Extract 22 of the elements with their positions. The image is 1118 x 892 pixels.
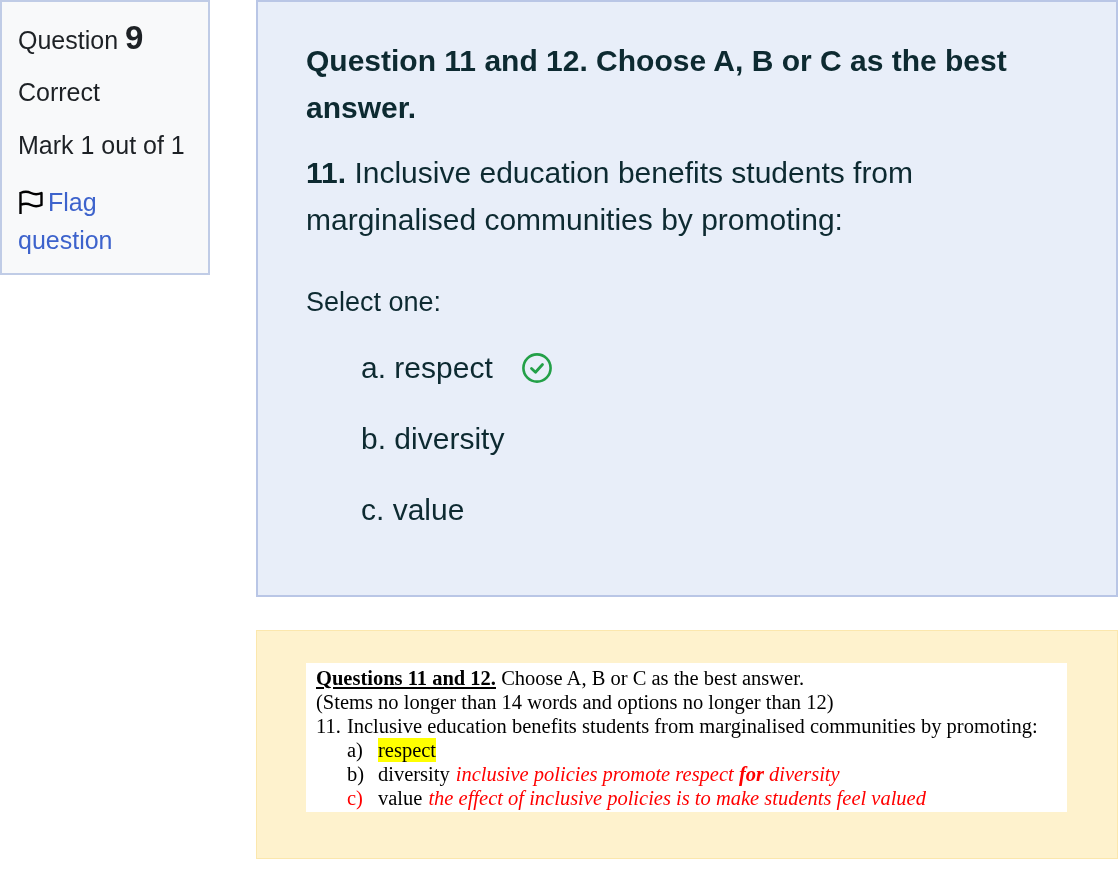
flag-question-link[interactable]: Flag question [18, 183, 148, 259]
document-note: (Stems no longer than 14 words and options no longer than 12) [316, 690, 835, 714]
question-title: Question 11 and 12. Choose A, B or C as the best answer. [306, 43, 1008, 126]
question-number: Question 9 [18, 18, 145, 58]
document-question-number: 11. [316, 714, 341, 738]
question-status: Correct [18, 77, 101, 108]
option-text: diversity [378, 762, 450, 786]
answer-option: b. diversity [361, 419, 505, 459]
option-comment: the effect of inclusive policies is to make students feel valued [428, 786, 926, 810]
option-comment: inclusive policies promote respect for diversity [455, 762, 840, 786]
question-text: 11. Inclusive education benefits students from marginalised communities by promoting: [306, 155, 915, 238]
select-prompt: Select one: [306, 286, 443, 319]
option-marker: c) [347, 786, 364, 810]
answer-option: a. respect [361, 348, 493, 388]
option-text: value [378, 786, 423, 810]
option-marker: a) [347, 738, 364, 762]
document-heading: Questions 11 and 12. Choose A, B or C as the best answer. [316, 666, 806, 690]
option-marker: b) [347, 762, 366, 786]
question-mark: Mark 1 out of 1 [18, 130, 186, 161]
answer-option: c. value [361, 490, 465, 530]
document-question-stem: Inclusive education benefits students from marginalised communities by promoting: [346, 714, 1038, 738]
option-text: respect [378, 738, 437, 762]
